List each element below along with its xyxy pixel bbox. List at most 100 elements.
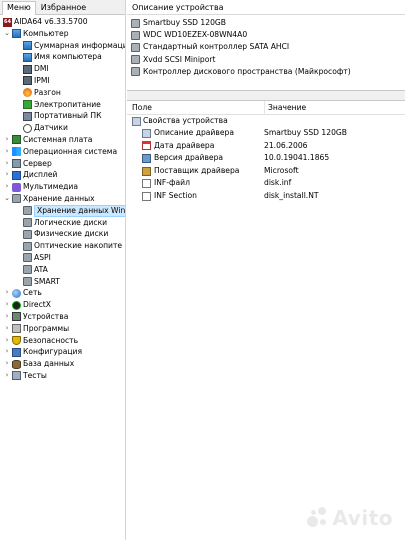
device-icon	[131, 55, 140, 65]
tree-item-label: Операционная система	[23, 146, 118, 156]
tree-item-label: База данных	[23, 359, 75, 369]
expand-chevron-icon[interactable]: ›	[3, 169, 11, 181]
device-list: Smartbuy SSD 120GB WDC WD10EZEX-08WN4A0 Ст…	[127, 15, 405, 91]
tree-item[interactable]: › Безопасность	[0, 335, 125, 347]
tree-item[interactable]: Датчики	[0, 122, 125, 134]
avito-logo-icon	[306, 507, 329, 529]
pane-splitter[interactable]	[127, 91, 405, 101]
property-row[interactable]: INF Section disk_install.NT	[127, 190, 405, 203]
tree-item[interactable]: DMI	[0, 63, 125, 75]
tree-item[interactable]: › Системная плата	[0, 134, 125, 146]
property-row[interactable]: Описание драйвера Smartbuy SSD 120GB	[127, 127, 405, 140]
tree-item[interactable]: › Мультимедиа	[0, 181, 125, 193]
tree-item-label: Хранение данных Win	[34, 204, 125, 217]
expand-chevron-icon[interactable]: ›	[3, 335, 11, 347]
tree-item[interactable]: Физические диски	[0, 228, 125, 240]
multimedia-icon	[12, 182, 21, 192]
device-icon	[131, 42, 140, 52]
tree-item[interactable]: Имя компьютера	[0, 51, 125, 63]
property-name: Описание драйвера	[154, 128, 234, 137]
tree-item[interactable]: SMART	[0, 276, 125, 288]
tree-item[interactable]: ⌄ Компьютер	[0, 28, 125, 40]
expand-chevron-icon[interactable]: ›	[3, 146, 11, 158]
tree-item[interactable]: › DirectX	[0, 299, 125, 311]
expand-chevron-icon[interactable]: ›	[3, 323, 11, 335]
tree-item-label: Суммарная информация	[34, 40, 126, 50]
tree-item[interactable]: Портативный ПК	[0, 110, 125, 122]
nav-tabs: Меню Избранное	[0, 0, 125, 15]
devices-icon	[12, 312, 21, 322]
computer-icon	[23, 41, 32, 51]
tree-item[interactable]: Оптические накопите	[0, 240, 125, 252]
gauge-icon	[23, 123, 32, 133]
config-icon	[12, 347, 21, 357]
expand-chevron-icon[interactable]: ›	[3, 158, 11, 170]
tree-item[interactable]: › Конфигурация	[0, 346, 125, 358]
expand-chevron-icon[interactable]: ›	[3, 134, 11, 146]
expand-chevron-icon[interactable]: ›	[3, 370, 11, 382]
collapse-chevron-icon[interactable]: ⌄	[3, 28, 11, 40]
tree-item[interactable]: ASPI	[0, 252, 125, 264]
storage-icon	[12, 194, 21, 204]
property-row[interactable]: Поставщик драйвера Microsoft	[127, 165, 405, 178]
device-list-item[interactable]: Xvdd SCSI Miniport	[127, 54, 405, 66]
tree-item[interactable]: › База данных	[0, 358, 125, 370]
tree-item[interactable]: Электропитание	[0, 99, 125, 111]
property-row[interactable]: INF-файл disk.inf	[127, 177, 405, 190]
tree-item[interactable]: › Сеть	[0, 287, 125, 299]
database-icon	[12, 359, 21, 369]
property-name: Версия драйвера	[154, 153, 224, 163]
tree-item[interactable]: › Дисплей	[0, 169, 125, 181]
expand-chevron-icon[interactable]: ›	[3, 358, 11, 370]
description-icon	[142, 128, 151, 138]
property-name: INF-файл	[154, 178, 190, 188]
device-name: Smartbuy SSD 120GB	[143, 18, 227, 27]
tree-item[interactable]: › Тесты	[0, 370, 125, 382]
property-row[interactable]: Дата драйвера 21.06.2006	[127, 140, 405, 153]
laptop-icon	[23, 111, 32, 121]
tree-item-label: AIDA64 v6.33.5700	[14, 17, 88, 26]
device-name: Xvdd SCSI Miniport	[143, 54, 216, 64]
property-name: Поставщик драйвера	[154, 165, 240, 175]
tree-item[interactable]: IPMI	[0, 75, 125, 87]
tree-item-label: Компьютер	[23, 28, 69, 38]
storage-icon	[23, 229, 32, 239]
property-column-header: Поле Значение	[127, 101, 405, 115]
device-list-item[interactable]: Контроллер дискового пространства (Майкр…	[127, 66, 405, 78]
tab-favorites[interactable]: Избранное	[36, 1, 91, 14]
storage-icon	[23, 218, 32, 228]
windows-icon	[12, 147, 21, 157]
tree-item[interactable]: Разгон	[0, 87, 125, 99]
motherboard-icon	[12, 135, 21, 145]
device-list-item[interactable]: Стандартный контроллер SATA AHCI	[127, 41, 405, 53]
tab-menu[interactable]: Меню	[2, 1, 36, 15]
column-field[interactable]: Поле	[132, 101, 152, 115]
property-value: 10.0.19041.1865	[264, 153, 330, 163]
expand-chevron-icon[interactable]: ›	[3, 299, 11, 311]
expand-chevron-icon[interactable]: ›	[3, 346, 11, 358]
collapse-chevron-icon[interactable]: ⌄	[3, 193, 11, 205]
device-list-header[interactable]: Описание устройства	[127, 0, 405, 15]
tree-item-label: Мультимедиа	[23, 182, 78, 192]
expand-chevron-icon[interactable]: ›	[3, 287, 11, 299]
tree-item[interactable]: Суммарная информация	[0, 40, 125, 52]
expand-chevron-icon[interactable]: ›	[3, 311, 11, 323]
tree-item-label: Тесты	[23, 370, 47, 380]
file-icon	[142, 191, 151, 201]
property-group[interactable]: Свойства устройства	[127, 115, 405, 127]
tree-item[interactable]: › Устройства	[0, 311, 125, 323]
expand-chevron-icon[interactable]: ›	[3, 181, 11, 193]
tree-item[interactable]: ⌄ Хранение данных	[0, 193, 125, 205]
tree-item[interactable]: › Операционная система	[0, 146, 125, 158]
column-value[interactable]: Значение	[264, 101, 306, 115]
tree-item[interactable]: Логические диски	[0, 217, 125, 229]
device-list-item[interactable]: WDC WD10EZEX-08WN4A0	[127, 29, 405, 41]
property-row[interactable]: Версия драйвера 10.0.19041.1865	[127, 152, 405, 165]
tree-item[interactable]: 64 AIDA64 v6.33.5700	[0, 16, 125, 28]
device-name: WDC WD10EZEX-08WN4A0	[143, 30, 248, 40]
tree-item[interactable]: Хранение данных Win	[0, 204, 125, 217]
tree-item[interactable]: ATA	[0, 264, 125, 276]
tree-item[interactable]: › Сервер	[0, 158, 125, 170]
tree-item[interactable]: › Программы	[0, 323, 125, 335]
device-list-item[interactable]: Smartbuy SSD 120GB	[127, 17, 405, 29]
